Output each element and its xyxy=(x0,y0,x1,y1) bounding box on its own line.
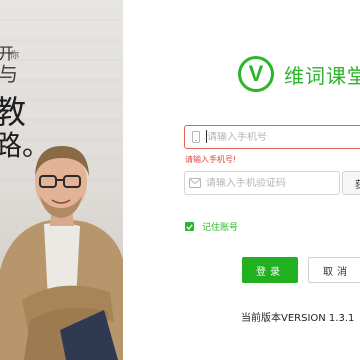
logo-mark: V xyxy=(238,56,274,92)
hero-photo: 开 你 与 教 路。 xyxy=(0,0,123,360)
verification-code-field[interactable] xyxy=(184,171,340,195)
version-text: 当前版本VERSION 1.3.1 xyxy=(241,313,355,324)
check-icon xyxy=(186,223,193,230)
envelope-icon xyxy=(185,172,206,194)
phone-error-message: 请输入手机号! xyxy=(185,155,237,164)
brand-logo: V 维词课堂 xyxy=(238,56,360,92)
phone-icon xyxy=(185,126,207,148)
cancel-button[interactable]: 取消 xyxy=(308,257,360,283)
slogan-line-4: 教 xyxy=(0,93,27,131)
remember-label: 记住账号 xyxy=(202,223,239,233)
brand-name: 维词课堂 xyxy=(284,63,360,88)
remember-checkbox[interactable] xyxy=(185,222,194,231)
login-button[interactable]: 登录 xyxy=(242,257,298,283)
slogan-line-5: 路。 xyxy=(0,129,51,162)
remember-account[interactable]: 记住账号 xyxy=(185,220,238,233)
verification-code-input[interactable] xyxy=(205,177,339,189)
send-code-button[interactable]: 获 xyxy=(342,171,360,195)
phone-input[interactable] xyxy=(207,131,347,143)
slogan-line-3: 与 xyxy=(0,62,18,86)
slogan-line-2: 你 xyxy=(10,51,20,61)
login-page: 开 你 与 教 路。 V 维词课堂 请输入手机号! 获 xyxy=(0,0,360,360)
phone-field[interactable] xyxy=(184,125,360,149)
text-caret xyxy=(206,130,207,143)
